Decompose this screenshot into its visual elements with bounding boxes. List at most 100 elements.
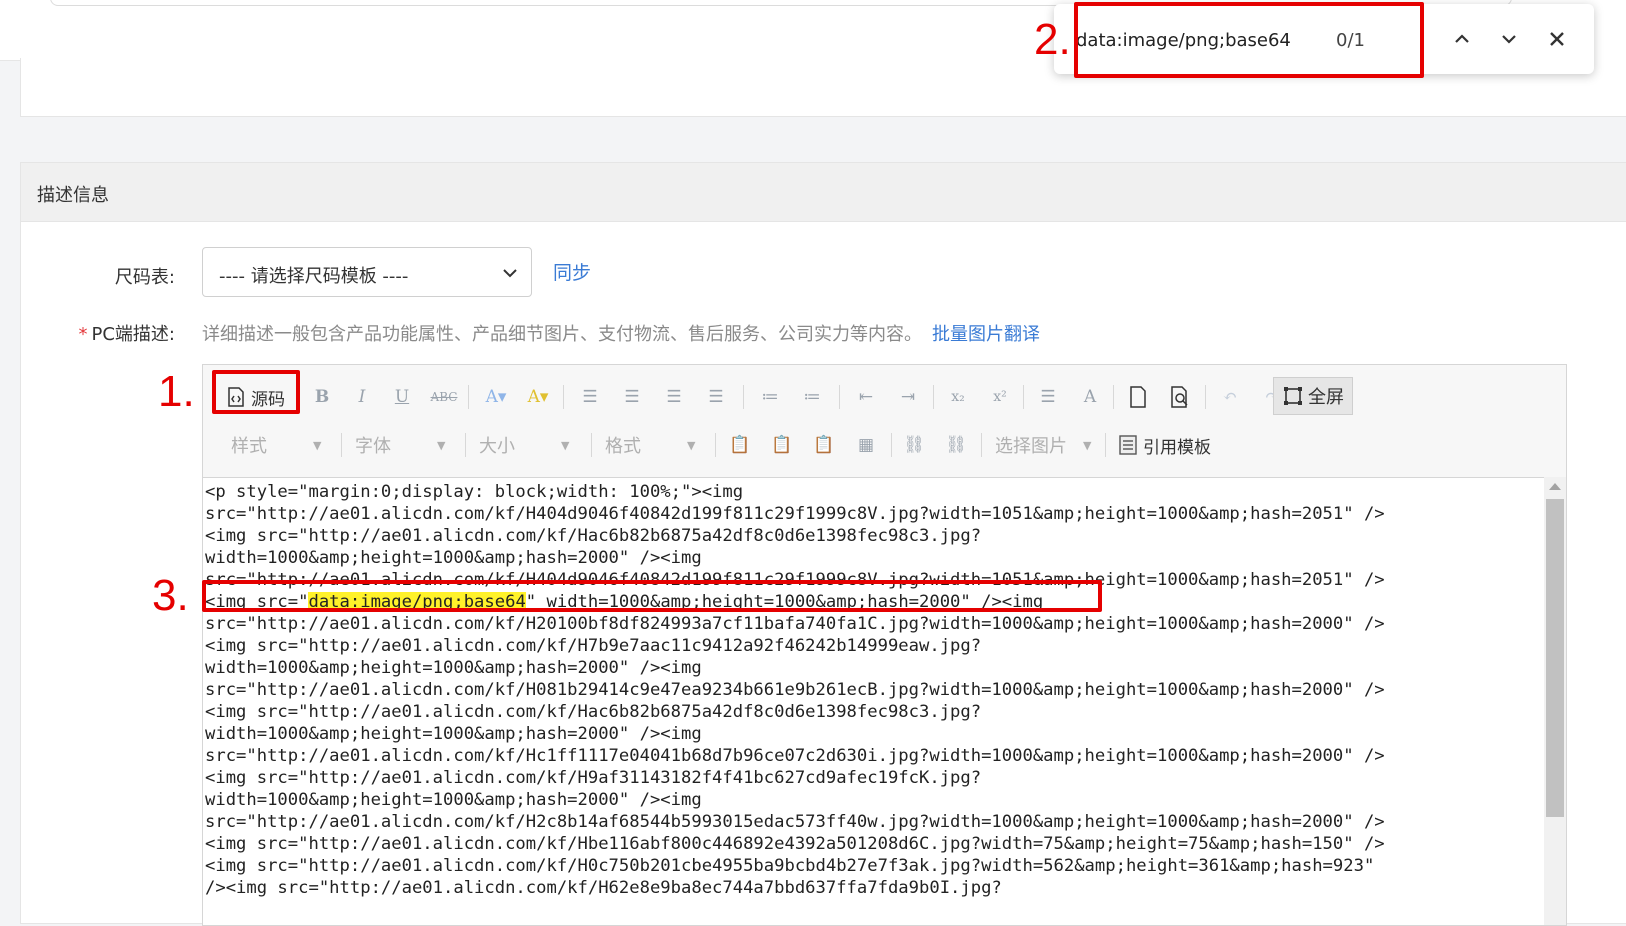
caret-down-icon: ▼ (687, 438, 696, 452)
font-dropdown-label: 字体 (355, 436, 391, 457)
table-icon[interactable]: ▦ (849, 430, 883, 460)
italic-icon[interactable]: I (347, 382, 377, 412)
code-line: <img src="http://ae01.alicdn.com/kf/H0c7… (205, 856, 1375, 876)
preview-icon[interactable] (1163, 382, 1197, 412)
toolbar-divider (981, 433, 982, 457)
toolbar-divider (1105, 433, 1106, 457)
scroll-up-icon[interactable] (1549, 483, 1561, 490)
code-line: /><img src="http://ae01.alicdn.com/kf/H6… (205, 878, 1002, 898)
bullet-list-icon[interactable]: ≔ (753, 382, 787, 412)
code-line: <img src="http://ae01.alicdn.com/kf/H9af… (205, 768, 982, 788)
size-template-select-value: ---- 请选择尺码模板 ---- (219, 266, 409, 287)
align-right-icon[interactable]: ☰ (657, 382, 691, 412)
batch-image-translate-link[interactable]: 批量图片翻译 (932, 324, 1040, 345)
annotation-step-2: 2. (1034, 15, 1071, 64)
paste-text-icon[interactable]: 📋 (765, 430, 799, 460)
style-dropdown-label: 样式 (231, 436, 267, 457)
toolbar-divider (341, 433, 342, 457)
fullscreen-button[interactable]: 全屏 (1273, 377, 1353, 415)
link-icon[interactable]: ⛓ (897, 430, 931, 460)
font-dropdown[interactable]: 字体 ▼ (355, 430, 445, 460)
align-justify-icon[interactable]: ☰ (699, 382, 733, 412)
toolbar-divider (891, 433, 892, 457)
insert-template-button[interactable]: 引用模板 (1115, 430, 1215, 460)
caret-down-icon: ▼ (313, 438, 322, 452)
close-icon[interactable] (1544, 26, 1570, 52)
paste-icon[interactable]: 📋 (723, 430, 757, 460)
select-image-dropdown-label: 选择图片 (995, 436, 1067, 457)
section-title: 描述信息 (37, 185, 109, 206)
toolbar-divider (1113, 385, 1114, 409)
select-image-dropdown[interactable]: 选择图片 ▼ (995, 430, 1091, 460)
code-line: <img src="http://ae01.alicdn.com/kf/Hac6… (205, 526, 982, 546)
annotation-step-1: 1. (158, 367, 195, 416)
highlight-color-icon[interactable]: A▾ (521, 382, 555, 412)
code-line: <p style="margin:0;display: block;width:… (205, 482, 744, 502)
numbered-list-icon[interactable]: ≔ (795, 382, 829, 412)
toolbar-divider (839, 385, 840, 409)
toolbar-divider (743, 385, 744, 409)
size-template-select[interactable]: ---- 请选择尺码模板 ---- (202, 247, 532, 297)
required-mark: * (78, 324, 88, 345)
undo-icon[interactable]: ↶ (1213, 382, 1247, 412)
size-dropdown[interactable]: 大小 ▼ (479, 430, 569, 460)
chevron-down-icon[interactable] (1496, 26, 1522, 52)
unlink-icon[interactable]: ⛓ (939, 430, 973, 460)
toolbar-divider (1205, 385, 1206, 409)
editor-toolbar: 源码 B I U ABC A▾ A▾ ☰ ☰ ☰ ☰ ≔ ≔ ⇤ ⇥ x₂ x²… (203, 365, 1566, 478)
strikethrough-icon[interactable]: ABC (427, 382, 461, 412)
paste-word-icon[interactable]: 📋 (807, 430, 841, 460)
insert-template-label: 引用模板 (1143, 437, 1211, 458)
pc-description-label-text: PC端描述: (91, 324, 176, 345)
size-table-label: 尺码表: (114, 267, 175, 288)
code-line: width=1000&amp;height=1000&amp;hash=2000… (205, 658, 702, 678)
code-line: src="http://ae01.alicdn.com/kf/H404d9046… (205, 504, 1385, 524)
code-line: width=1000&amp;height=1000&amp;hash=2000… (205, 724, 702, 744)
size-dropdown-label: 大小 (479, 436, 515, 457)
annotation-box-code (202, 580, 1102, 612)
chevron-up-icon[interactable] (1449, 26, 1475, 52)
editor-scrollbar[interactable] (1544, 477, 1566, 925)
toolbar-divider (591, 433, 592, 457)
superscript-icon[interactable]: x² (983, 382, 1017, 412)
chevron-down-icon (503, 269, 517, 278)
subscript-icon[interactable]: x₂ (941, 382, 975, 412)
caret-down-icon: ▼ (561, 438, 570, 452)
toolbar-divider (1023, 385, 1024, 409)
clear-format-icon[interactable]: A (1073, 382, 1107, 412)
outdent-icon[interactable]: ⇤ (849, 382, 883, 412)
source-code-area[interactable]: <p style="margin:0;display: block;width:… (203, 477, 1542, 925)
toolbar-divider (563, 385, 564, 409)
template-icon (1119, 435, 1137, 455)
indent-icon[interactable]: ⇥ (891, 382, 925, 412)
rich-text-editor: 源码 B I U ABC A▾ A▾ ☰ ☰ ☰ ☰ ≔ ≔ ⇤ ⇥ x₂ x²… (202, 364, 1567, 926)
font-color-icon[interactable]: A▾ (479, 382, 513, 412)
code-line: width=1000&amp;height=1000&amp;hash=2000… (205, 548, 702, 568)
align-center-icon[interactable]: ☰ (615, 382, 649, 412)
fullscreen-icon (1284, 387, 1302, 405)
sync-link[interactable]: 同步 (553, 258, 591, 285)
toolbar-divider (715, 433, 716, 457)
annotation-box-source (212, 370, 300, 414)
code-line: src="http://ae01.alicdn.com/kf/H20100bf8… (205, 614, 1385, 634)
horizontal-rule-icon[interactable]: ☰ (1031, 382, 1065, 412)
scrollbar-thumb[interactable] (1546, 499, 1564, 817)
code-line: src="http://ae01.alicdn.com/kf/Hc1ff1117… (205, 746, 1385, 766)
annotation-box-find (1074, 2, 1424, 78)
style-dropdown[interactable]: 样式 ▼ (231, 430, 321, 460)
bold-icon[interactable]: B (307, 382, 337, 412)
code-line: <img src="http://ae01.alicdn.com/kf/Hac6… (205, 702, 982, 722)
code-line: <img src="http://ae01.alicdn.com/kf/Hbe1… (205, 834, 1385, 854)
pc-description-hint-text: 详细描述一般包含产品功能属性、产品细节图片、支付物流、售后服务、公司实力等内容。 (202, 324, 922, 345)
toolbar-row-2: 样式 ▼ 字体 ▼ 大小 ▼ 格式 ▼ 📋 📋 📋 ▦ ⛓ ⛓ 选择图片 ▼ 引… (203, 425, 1566, 465)
format-dropdown[interactable]: 格式 ▼ (605, 430, 695, 460)
pc-description-hint: 详细描述一般包含产品功能属性、产品细节图片、支付物流、售后服务、公司实力等内容。… (202, 320, 1040, 346)
align-left-icon[interactable]: ☰ (573, 382, 607, 412)
code-line: width=1000&amp;height=1000&amp;hash=2000… (205, 790, 702, 810)
toolbar-divider (465, 433, 466, 457)
toolbar-divider (468, 385, 469, 409)
fullscreen-label: 全屏 (1308, 387, 1344, 408)
underline-icon[interactable]: U (387, 382, 417, 412)
new-document-icon[interactable] (1121, 382, 1155, 412)
toolbar-row-1: 源码 B I U ABC A▾ A▾ ☰ ☰ ☰ ☰ ≔ ≔ ⇤ ⇥ x₂ x²… (203, 377, 1566, 417)
